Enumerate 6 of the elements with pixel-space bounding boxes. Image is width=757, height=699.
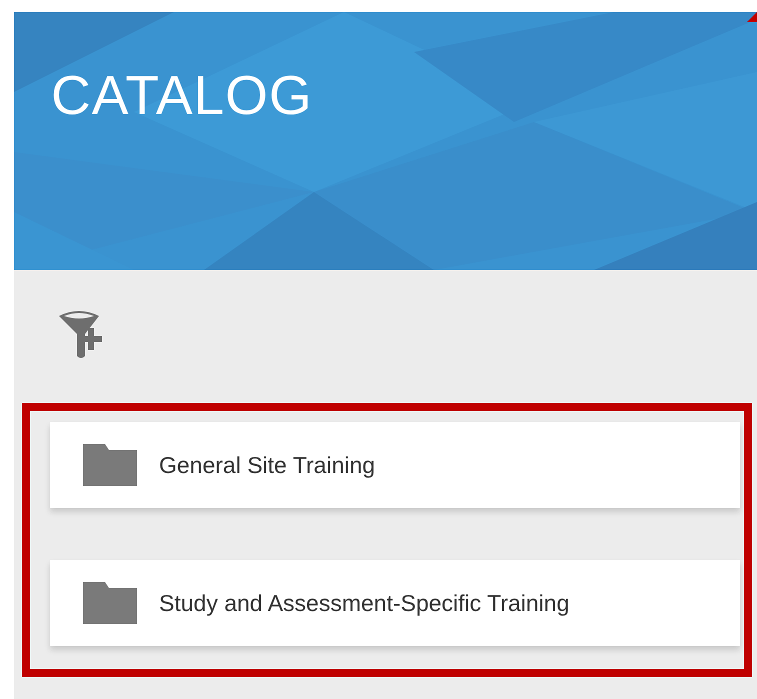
folder-icon xyxy=(83,444,137,486)
corner-marker-icon xyxy=(745,12,757,22)
folder-item[interactable]: General Site Training xyxy=(50,422,740,508)
catalog-title: CATALOG xyxy=(51,68,313,123)
folder-icon xyxy=(83,582,137,624)
folder-item[interactable]: Study and Assessment-Specific Training xyxy=(50,560,740,646)
